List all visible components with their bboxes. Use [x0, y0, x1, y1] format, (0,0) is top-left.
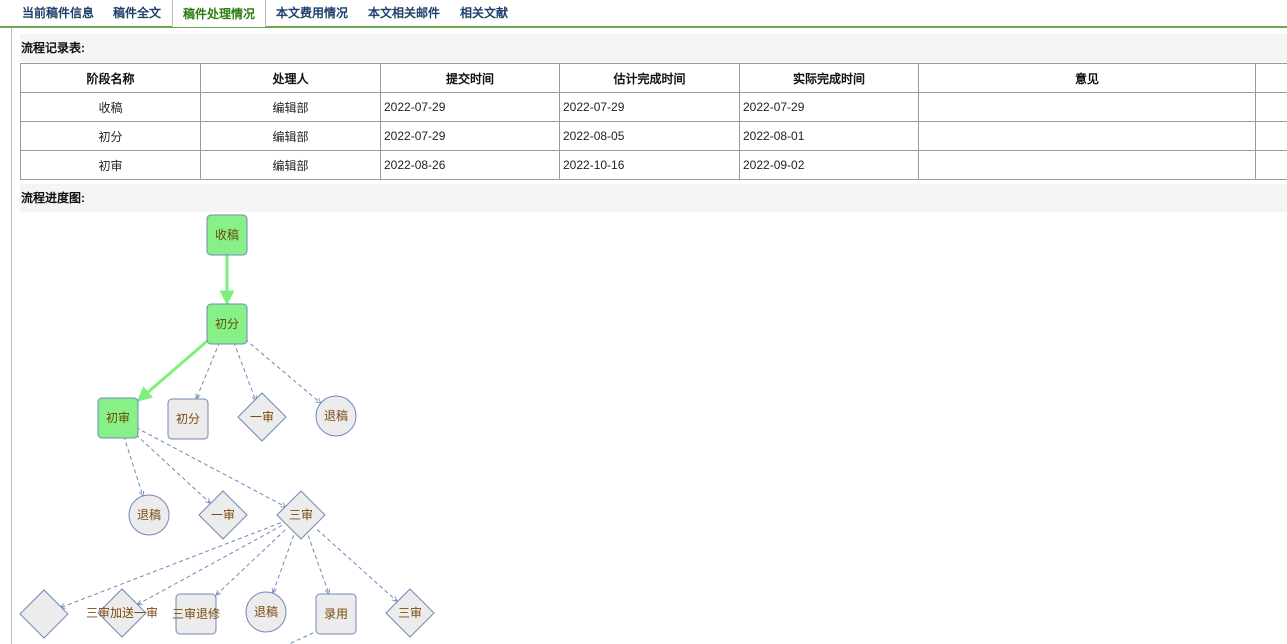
node-label: 初分: [215, 317, 239, 331]
cell-extra: [1255, 150, 1287, 180]
edge-n2-n6: [244, 338, 321, 403]
cell-opinion: [918, 150, 1256, 180]
edge-n3-n7: [123, 435, 143, 496]
flow-node-n10: [19, 589, 69, 639]
cell-actual-time: 2022-09-02: [739, 150, 919, 180]
cell-actual-time: 2022-07-29: [739, 92, 919, 122]
cell-submit-time: 2022-08-26: [380, 150, 560, 180]
col-header-opinion: 意见: [918, 63, 1256, 93]
col-header-extra: [1255, 63, 1287, 93]
col-header-stage: 阶段名称: [20, 63, 201, 93]
node-label: 录用: [324, 607, 348, 621]
cell-estimated-time: 2022-07-29: [559, 92, 740, 122]
node-label: 三审: [289, 507, 313, 522]
node-label: 一审: [250, 409, 274, 424]
flow-records-table: 阶段名称 处理人 提交时间 估计完成时间 实际完成时间 意见 收稿 编辑部 20…: [20, 63, 1287, 180]
node-label: 初审: [106, 410, 130, 425]
cell-stage: 初审: [20, 150, 201, 180]
cell-estimated-time: 2022-10-16: [559, 150, 740, 180]
col-header-handler: 处理人: [200, 63, 381, 93]
col-header-actual-time: 实际完成时间: [739, 63, 919, 93]
table-header-row: 阶段名称 处理人 提交时间 估计完成时间 实际完成时间 意见: [20, 63, 1287, 93]
flow-node-n2: 初分: [206, 303, 248, 345]
node-label: 初分: [176, 412, 200, 426]
cell-opinion: [918, 92, 1256, 122]
node-label: 三审: [398, 605, 422, 620]
tab-manuscript-processing[interactable]: 稿件处理情况: [172, 0, 266, 27]
cell-handler: 编辑部: [200, 92, 381, 122]
flow-node-n11: 三审加送一审: [86, 588, 158, 638]
diagram-section-title: 流程进度图:: [20, 184, 1287, 212]
edge-n2-n5: [233, 341, 256, 401]
flow-node-n14: 录用: [315, 593, 357, 635]
cell-submit-time: 2022-07-29: [380, 121, 560, 151]
edge-n9-n14: [307, 535, 329, 594]
flow-node-n4: 初分: [167, 398, 209, 440]
tab-current-manuscript-info[interactable]: 当前稿件信息: [14, 0, 102, 26]
flow-node-n9: 三审: [276, 490, 326, 540]
flow-node-n5: 一审: [237, 392, 287, 442]
edge-n2-n3: [136, 338, 210, 402]
node-label: 退稿: [254, 604, 278, 619]
cell-estimated-time: 2022-08-05: [559, 121, 740, 151]
table-row: 收稿 编辑部 2022-07-29 2022-07-29 2022-07-29: [20, 92, 1287, 122]
tab-article-fees[interactable]: 本文费用情况: [268, 0, 356, 26]
edge-n9-n12: [216, 529, 286, 595]
cell-submit-time: 2022-07-29: [380, 92, 560, 122]
col-header-estimated-time: 估计完成时间: [559, 63, 740, 93]
tab-bar: 当前稿件信息 稿件全文 稿件处理情况 本文费用情况 本文相关邮件 相关文献: [0, 0, 1287, 28]
node-label: 三审加送一审: [86, 605, 158, 620]
cell-handler: 编辑部: [200, 150, 381, 180]
flow-progress-diagram: 收稿初分初审 初分 一审 退稿退稿 一审 三审三审加送一审 三审退修 退稿 录用 三审: [19, 214, 435, 644]
node-label: 收稿: [215, 227, 239, 242]
cell-extra: [1255, 92, 1287, 122]
edge-n9-n15: [316, 529, 397, 601]
col-header-submit-time: 提交时间: [380, 63, 560, 93]
cell-actual-time: 2022-08-01: [739, 121, 919, 151]
flow-node-n3: 初审: [97, 397, 139, 439]
node-label: 三审退修: [172, 606, 220, 621]
node-shape: [19, 589, 69, 639]
tab-article-emails[interactable]: 本文相关邮件: [360, 0, 448, 26]
edge-n3-n8: [135, 434, 210, 504]
node-label: 退稿: [324, 408, 348, 423]
flow-node-n6: 退稿: [315, 395, 357, 437]
tab-manuscript-fulltext[interactable]: 稿件全文: [104, 0, 170, 26]
records-section-title: 流程记录表:: [20, 34, 1287, 62]
table-row: 初审 编辑部 2022-08-26 2022-10-16 2022-09-02: [20, 150, 1287, 180]
cell-stage: 收稿: [20, 92, 201, 122]
flow-node-n12: 三审退修: [172, 593, 220, 635]
cell-handler: 编辑部: [200, 121, 381, 151]
flow-node-n8: 一审: [198, 490, 248, 540]
flow-node-n1: 收稿: [206, 214, 248, 256]
cell-stage: 初分: [20, 121, 201, 151]
node-label: 退稿: [137, 507, 161, 522]
table-row: 初分 编辑部 2022-07-29 2022-08-05 2022-08-01: [20, 121, 1287, 151]
flow-node-n7: 退稿: [128, 494, 170, 536]
node-label: 一审: [211, 507, 235, 522]
flow-node-n15: 三审: [385, 588, 435, 638]
flow-node-n13: 退稿: [245, 591, 287, 633]
edge-n2-n4: [196, 341, 221, 399]
cell-opinion: [918, 121, 1256, 151]
edge-n9-n13: [273, 535, 295, 593]
tab-related-literature[interactable]: 相关文献: [452, 0, 516, 26]
cell-extra: [1255, 121, 1287, 151]
